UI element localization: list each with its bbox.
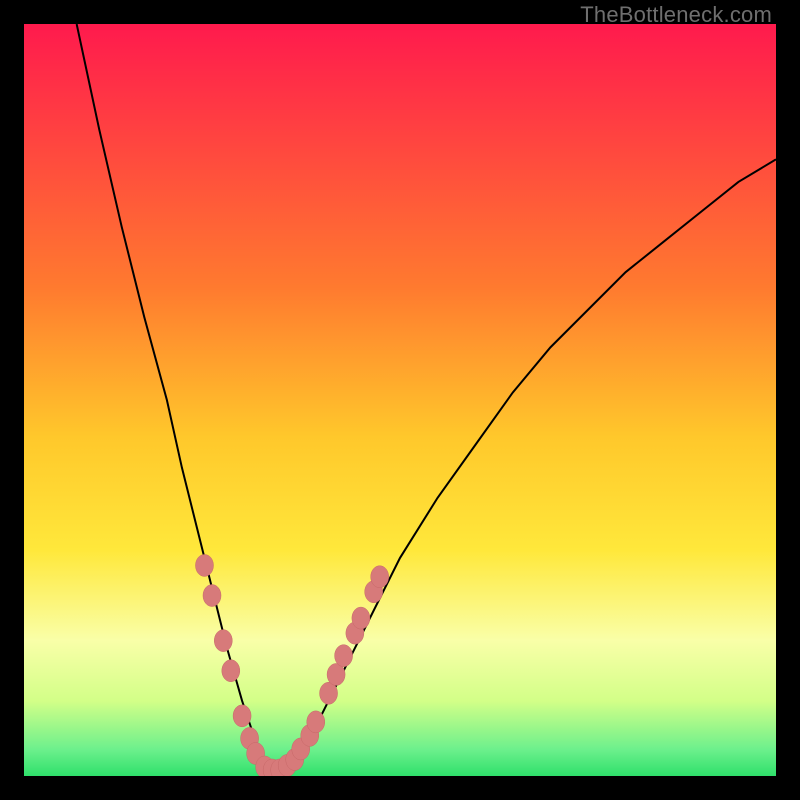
curve-marker [335, 645, 353, 667]
curve-marker [214, 630, 232, 652]
chart-frame [24, 24, 776, 776]
curve-marker [195, 554, 213, 576]
curve-marker [352, 607, 370, 629]
curve-marker [371, 566, 389, 588]
gradient-rect [24, 24, 776, 776]
curve-marker [203, 585, 221, 607]
watermark-text: TheBottleneck.com [580, 2, 772, 28]
curve-marker [233, 705, 251, 727]
curve-marker [307, 711, 325, 733]
curve-marker [222, 660, 240, 682]
bottleneck-chart [24, 24, 776, 776]
